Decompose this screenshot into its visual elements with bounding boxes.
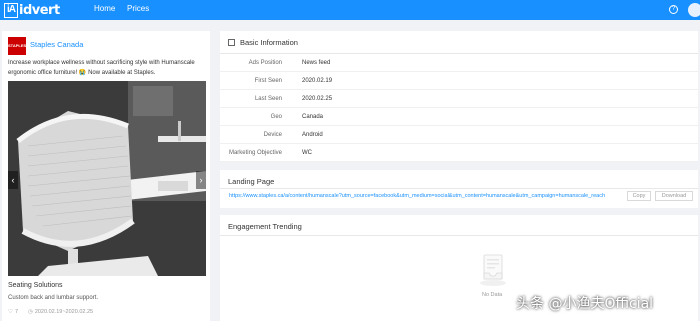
info-row-geo: Geo Canada <box>220 108 698 126</box>
meta-dates: 2020.02.19~2020.02.25 <box>34 309 94 315</box>
info-label: Geo <box>270 114 282 120</box>
info-label: Last Seen <box>254 96 282 102</box>
ad-body-text: Increase workplace wellness without sacr… <box>8 60 195 76</box>
ad-meta: ♡ 7 ◷ 2020.02.19~2020.02.25 <box>8 309 93 315</box>
basic-info-panel: Basic Information Ads Position News feed… <box>220 31 698 162</box>
ad-description: Custom back and lumbar support. <box>8 295 99 301</box>
top-nav-bar: iA idvert Home Prices ? <box>0 0 700 20</box>
heart-icon: ♡ <box>8 309 13 315</box>
basic-info-title-text: Basic Information <box>240 38 298 47</box>
divider <box>220 188 698 189</box>
nav-prices[interactable]: Prices <box>127 4 149 13</box>
info-row-ads-position: Ads Position News feed <box>220 54 698 72</box>
office-chair-illustration <box>8 81 206 276</box>
user-avatar[interactable] <box>688 3 700 17</box>
empty-data-icon <box>480 254 506 286</box>
logo-text: idvert <box>19 2 60 18</box>
info-value: 2020.02.19 <box>302 78 333 84</box>
info-row-marketing-objective: Marketing Objective WC <box>220 144 698 162</box>
nav-home[interactable]: Home <box>94 4 115 13</box>
landing-page-title: Landing Page <box>228 177 275 186</box>
app-logo[interactable]: iA idvert <box>4 2 60 18</box>
watermark: 头条 @小渔夫Official <box>516 296 654 312</box>
clock-icon: ◷ <box>28 309 33 315</box>
info-square-icon <box>228 39 235 46</box>
info-label: Marketing Objective <box>228 150 282 156</box>
info-row-device: Device Android <box>220 126 698 144</box>
info-value: Canada <box>302 114 324 120</box>
ad-creative-image[interactable]: ‹ › <box>8 81 206 276</box>
info-row-first-seen: First Seen 2020.02.19 <box>220 72 698 90</box>
engagement-title: Engagement Trending <box>228 222 302 231</box>
info-value: 2020.02.25 <box>302 96 333 102</box>
landing-page-panel: Landing Page https://www.staples.ca/a/co… <box>220 170 698 208</box>
info-row-last-seen: Last Seen 2020.02.25 <box>220 90 698 108</box>
help-icon[interactable]: ? <box>669 5 678 14</box>
advertiser-name[interactable]: Staples Canada <box>30 40 83 49</box>
meta-count: 7 <box>14 309 18 315</box>
landing-url-link[interactable]: https://www.staples.ca/a/content/humansc… <box>229 193 605 199</box>
copy-button[interactable]: Copy <box>627 191 651 201</box>
info-label: Device <box>263 132 282 138</box>
ad-headline: Seating Solutions <box>8 282 63 289</box>
basic-info-title: Basic Information <box>228 38 298 47</box>
info-label: First Seen <box>254 78 282 84</box>
info-value: News feed <box>302 60 331 66</box>
info-value: Android <box>302 132 323 138</box>
advertiser-avatar[interactable]: STAPLES <box>8 37 26 55</box>
no-data-text: No Data <box>482 292 503 298</box>
divider <box>220 235 698 236</box>
carousel-next-button[interactable]: › <box>196 171 206 189</box>
carousel-prev-button[interactable]: ‹ <box>8 171 18 189</box>
ad-preview-card: STAPLES Staples Canada Increase workplac… <box>2 31 210 321</box>
download-button[interactable]: Download <box>655 191 693 201</box>
logo-mark: iA <box>4 2 18 18</box>
info-label: Ads Position <box>248 60 282 66</box>
info-value: WC <box>302 150 312 156</box>
